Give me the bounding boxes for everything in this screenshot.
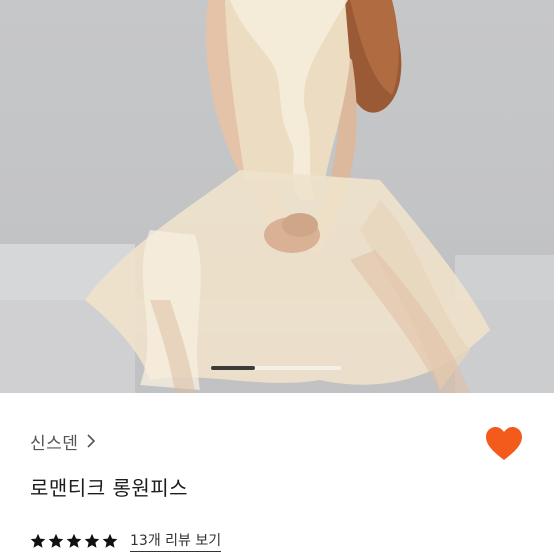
star-rating — [30, 533, 118, 549]
seller-link[interactable]: 신스덴 — [30, 428, 96, 454]
product-photo — [0, 0, 554, 393]
seller-name: 신스덴 — [30, 433, 79, 454]
star-icon — [84, 533, 100, 548]
review-link[interactable]: 13개 리뷰 보기 — [130, 530, 222, 552]
product-title: 로맨티크 롱원피스 — [30, 476, 189, 500]
chevron-right-icon — [87, 434, 96, 448]
heart-icon — [486, 427, 522, 460]
star-icon — [48, 533, 64, 548]
star-icon — [66, 533, 82, 548]
like-button[interactable] — [484, 424, 524, 464]
carousel-indicator — [211, 366, 341, 370]
carousel-indicator-fill — [211, 366, 256, 370]
rating-row: 13개 리뷰 보기 — [30, 528, 222, 554]
star-icon — [30, 533, 46, 548]
star-icon — [102, 533, 118, 548]
product-image-carousel[interactable] — [0, 0, 554, 393]
